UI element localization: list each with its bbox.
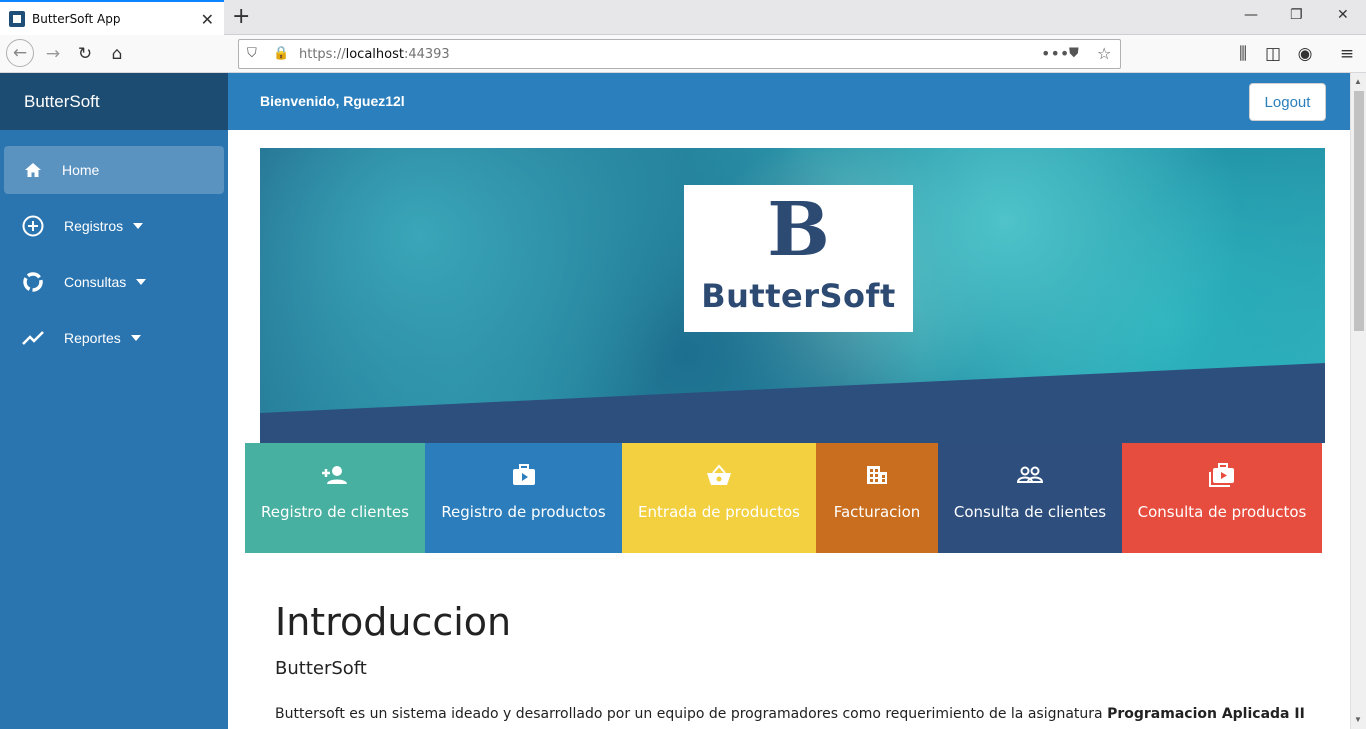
restore-icon[interactable]: ❐	[1290, 7, 1303, 23]
basket-icon	[706, 463, 732, 487]
forward-icon[interactable]: →	[40, 41, 66, 67]
add-circle-icon	[22, 215, 44, 237]
logout-button[interactable]: Logout	[1249, 83, 1326, 121]
bookmark-star-icon[interactable]: ☆	[1097, 44, 1111, 63]
sidebar: ButterSoft Home Registros Consultas Repo…	[0, 73, 228, 729]
tile-registro-productos[interactable]: Registro de productos	[425, 443, 622, 553]
browser-tab[interactable]: ButterSoft App ✕	[0, 0, 224, 35]
home-browser-icon[interactable]: ⌂	[104, 41, 130, 67]
person-add-icon	[322, 463, 348, 487]
tile-label: Entrada de productos	[638, 503, 800, 521]
sidebar-item-label: Home	[62, 162, 100, 178]
briefcase-stack-icon	[1209, 463, 1235, 487]
tile-label: Facturacion	[833, 503, 921, 521]
sidebar-item-reportes[interactable]: Reportes	[4, 314, 224, 362]
tile-consulta-clientes[interactable]: Consulta de clientes	[938, 443, 1122, 553]
sidebar-item-label: Registros	[64, 218, 124, 234]
chevron-down-icon	[130, 335, 141, 341]
circle-notch-icon	[22, 271, 44, 293]
close-window-icon[interactable]: ✕	[1337, 7, 1349, 23]
logo: B ButterSoft	[684, 185, 913, 332]
pocket-icon[interactable]: ⛊	[1069, 46, 1079, 61]
minimize-icon[interactable]: —	[1244, 7, 1258, 23]
people-icon	[1017, 463, 1043, 487]
chevron-down-icon	[133, 223, 144, 229]
lock-warning-icon[interactable]: 🔒	[273, 46, 289, 61]
briefcase-play-icon	[512, 463, 536, 487]
menu-icon[interactable]: ≡	[1334, 41, 1360, 67]
url-bar[interactable]: ⛉ 🔒 https://localhost:44393 ••• ⛊ ☆	[238, 39, 1121, 69]
url-text: https://localhost:44393	[299, 46, 450, 62]
sidebar-item-consultas[interactable]: Consultas	[4, 258, 224, 306]
page-title: Introduccion	[275, 600, 512, 644]
sidebar-item-home[interactable]: Home	[4, 146, 224, 194]
logo-name: ButterSoft	[701, 277, 896, 315]
tile-facturacion[interactable]: Facturacion	[816, 443, 938, 553]
welcome-text: Bienvenido, Rguez12l	[260, 93, 405, 109]
more-actions-icon[interactable]: •••	[1041, 44, 1069, 63]
scroll-down-icon[interactable]: ▼	[1354, 715, 1362, 724]
close-tab-icon[interactable]: ✕	[201, 10, 214, 30]
library-icon[interactable]: ⫼	[1230, 41, 1256, 67]
tile-label: Registro de productos	[441, 503, 606, 521]
building-icon	[866, 463, 888, 487]
sidebar-item-label: Reportes	[64, 330, 121, 346]
logo-letter: B	[767, 187, 830, 273]
browser-nav-bar: ← → ↻ ⌂ ⛉ 🔒 https://localhost:44393 ••• …	[0, 35, 1366, 73]
account-icon[interactable]: ◉	[1292, 41, 1318, 67]
sidebar-item-label: Consultas	[64, 274, 127, 290]
page-scrollbar[interactable]: ▲ ▼	[1350, 73, 1366, 729]
chevron-down-icon	[136, 279, 147, 285]
tile-label: Consulta de productos	[1137, 503, 1307, 521]
banner-ribbon	[260, 363, 1325, 443]
scroll-up-icon[interactable]: ▲	[1354, 77, 1362, 86]
scroll-thumb[interactable]	[1354, 91, 1364, 331]
new-tab-icon[interactable]: +	[232, 4, 250, 29]
tab-title: ButterSoft App	[32, 11, 121, 26]
top-bar: Bienvenido, Rguez12l Logout	[228, 73, 1350, 130]
intro-subtitle: ButterSoft	[275, 658, 367, 679]
browser-tab-bar: ButterSoft App ✕ + — ❐ ✕	[0, 0, 1366, 35]
brand-title: ButterSoft	[0, 73, 228, 130]
tile-registro-clientes[interactable]: Registro de clientes	[245, 443, 425, 553]
trend-line-icon	[22, 327, 44, 349]
home-icon	[22, 159, 44, 181]
tile-entrada-productos[interactable]: Entrada de productos	[622, 443, 816, 553]
tile-consulta-productos[interactable]: Consulta de productos	[1122, 443, 1322, 553]
sidebar-toggle-icon[interactable]: ◫	[1260, 41, 1286, 67]
intro-paragraph: Buttersoft es un sistema ideado y desarr…	[275, 706, 1305, 722]
reload-icon[interactable]: ↻	[72, 41, 98, 67]
favicon-icon	[9, 10, 25, 27]
back-icon[interactable]: ←	[6, 39, 34, 67]
sidebar-item-registros[interactable]: Registros	[4, 202, 224, 250]
intro-section: Introduccion ButterSoft Buttersoft es un…	[275, 600, 1305, 722]
shield-icon[interactable]: ⛉	[247, 46, 257, 61]
hero-banner: B ButterSoft	[260, 148, 1325, 443]
tile-label: Registro de clientes	[261, 503, 409, 521]
tile-label: Consulta de clientes	[953, 503, 1107, 521]
